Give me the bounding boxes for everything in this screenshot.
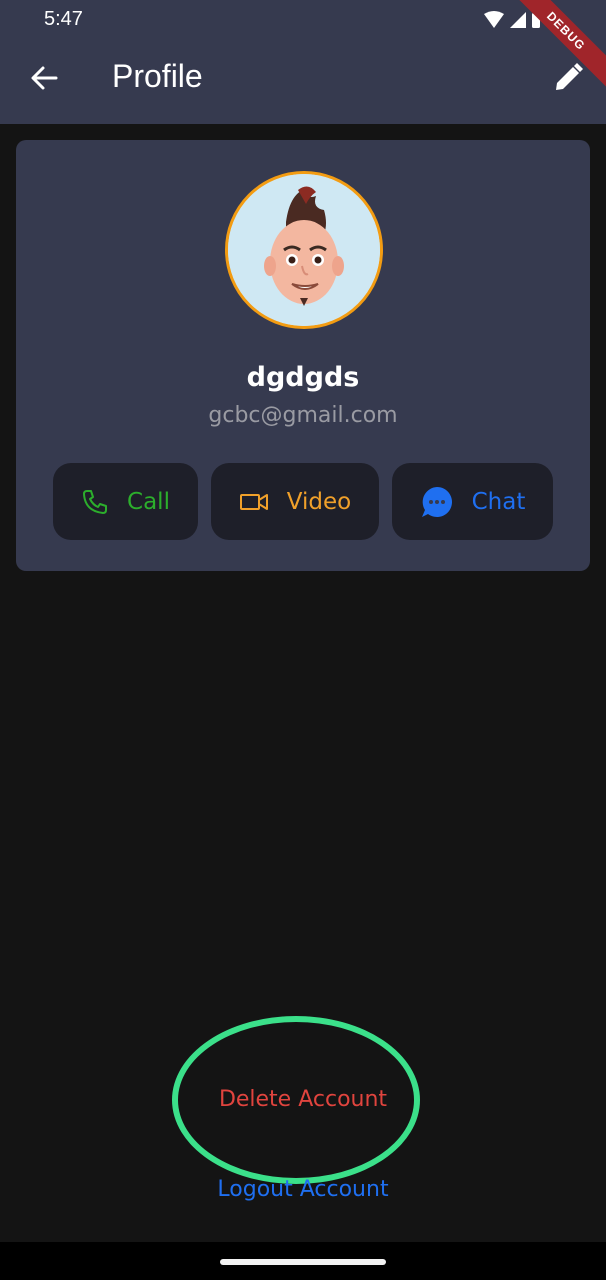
status-time: 5:47 <box>44 8 83 30</box>
chat-label: Chat <box>471 488 526 515</box>
profile-card: dgdgds gcbc@gmail.com Call Video Chat <box>16 140 590 571</box>
navigation-bar <box>0 1242 606 1280</box>
avatar <box>225 171 383 329</box>
wifi-icon <box>484 11 504 28</box>
call-button[interactable]: Call <box>53 463 198 540</box>
memoji-avatar-image <box>228 174 380 326</box>
page-title: Profile <box>112 58 203 94</box>
phone-icon <box>83 489 108 514</box>
back-arrow-icon[interactable] <box>28 62 60 94</box>
app-bar: 5:47 DEBUG Profile <box>0 0 606 124</box>
video-button[interactable]: Video <box>211 463 379 540</box>
profile-name: dgdgds <box>246 362 360 393</box>
home-gesture-handle[interactable] <box>220 1259 386 1265</box>
chat-bubble-icon <box>421 486 452 517</box>
video-label: Video <box>286 488 352 515</box>
logout-account-button[interactable]: Logout Account <box>0 1177 606 1202</box>
signal-icon <box>510 12 526 28</box>
annotation-circle <box>172 1016 420 1184</box>
video-camera-icon <box>239 493 268 510</box>
call-label: Call <box>127 488 170 515</box>
edit-pencil-icon[interactable] <box>552 62 584 94</box>
chat-button[interactable]: Chat <box>392 463 553 540</box>
profile-email: gcbc@gmail.com <box>208 403 398 428</box>
